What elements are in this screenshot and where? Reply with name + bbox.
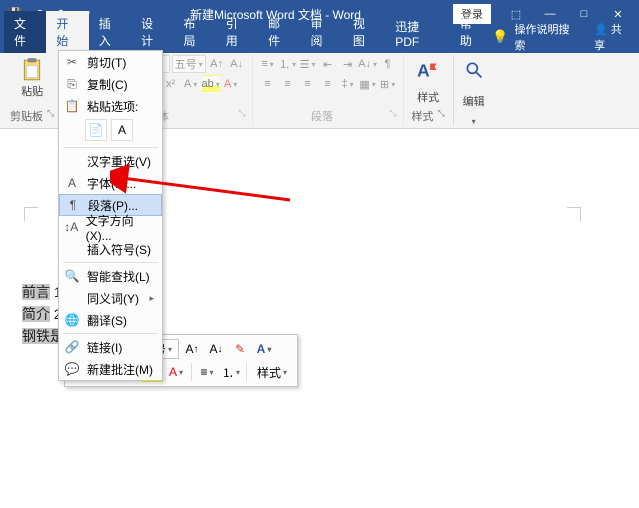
find-icon <box>464 60 484 80</box>
shading-button[interactable]: ▦ <box>359 75 377 93</box>
styles-launcher[interactable]: ⤡ <box>437 108 444 119</box>
styles-group-label: 样式 <box>411 111 433 123</box>
text-direction-icon: ↕A <box>63 220 80 234</box>
numbering-button[interactable]: ⒈ <box>279 55 297 73</box>
indent-inc-button[interactable]: ⇥ <box>339 55 357 73</box>
tab-file[interactable]: 文件 <box>4 11 46 53</box>
justify-button[interactable]: ≡ <box>319 75 337 93</box>
styles-button-label: 样式 <box>417 89 439 105</box>
multilevel-button[interactable]: ☰ <box>299 55 317 73</box>
clipboard-group-label: 剪贴板 <box>10 111 43 123</box>
tab-home[interactable]: 开始 <box>46 11 88 53</box>
cut-icon: ✂ <box>63 55 81 69</box>
paste-button[interactable]: 粘贴 <box>10 55 54 101</box>
tab-view[interactable]: 视图 <box>343 11 385 53</box>
link-icon: 🔗 <box>63 340 81 354</box>
tab-xunjie-pdf[interactable]: 迅捷PDF <box>385 14 450 53</box>
tab-review[interactable]: 审阅 <box>301 11 343 53</box>
svg-text:A: A <box>417 61 430 81</box>
share-button[interactable]: 👤 共享 <box>594 21 629 53</box>
menu-separator-3 <box>63 333 158 334</box>
shrink-font-button[interactable]: A↓ <box>228 55 246 73</box>
tab-layout[interactable]: 布局 <box>173 11 215 53</box>
clipboard-launcher[interactable]: ⤡ <box>47 108 54 119</box>
tab-mailings[interactable]: 邮件 <box>258 11 300 53</box>
tell-me-icon: 💡 <box>492 29 508 45</box>
font-launcher[interactable]: ⤡ <box>238 108 245 119</box>
styles-icon: A <box>415 57 441 83</box>
tab-design[interactable]: 设计 <box>131 11 173 53</box>
menu-separator-2 <box>63 262 158 263</box>
mini-format-painter[interactable]: ✎ <box>229 339 251 359</box>
tell-me-search[interactable]: 操作说明搜索 <box>514 21 574 53</box>
group-paragraph: ≡ ⒈ ☰ ⇤ ⇥ A↓ ¶ ≡ ≡ ≡ ≡ ‡ ▦ ⊞ 段落 ⤡ <box>253 55 404 126</box>
mini-styles-button[interactable]: 样式 <box>251 362 293 382</box>
copy-icon: ⎘ <box>63 77 81 92</box>
bullets-button[interactable]: ≡ <box>259 55 277 73</box>
menu-link[interactable]: 🔗链接(I) <box>59 336 162 358</box>
menu-separator <box>63 147 158 148</box>
mini-sep-2 <box>246 363 247 381</box>
indent-dec-button[interactable]: ⇤ <box>319 55 337 73</box>
styles-button[interactable]: A <box>414 55 442 85</box>
highlight-button[interactable]: ab <box>202 75 220 93</box>
paste-label: 粘贴 <box>21 83 43 99</box>
menu-insert-symbol[interactable]: 插入符号(S) <box>59 238 162 260</box>
menu-text-direction[interactable]: ↕A文字方向(X)... <box>59 216 162 238</box>
paragraph-group-label: 段落 <box>311 111 333 123</box>
sub-super-button[interactable]: x² <box>162 75 180 93</box>
menu-new-comment[interactable]: 💬新建批注(M) <box>59 358 162 380</box>
mini-numbering[interactable]: ⒈ <box>220 362 242 382</box>
mini-sep <box>191 363 192 381</box>
menu-paste-options-label: 📋粘贴选项: <box>59 95 162 117</box>
tab-help[interactable]: 帮助 <box>450 11 492 53</box>
align-right-button[interactable]: ≡ <box>299 75 317 93</box>
menu-copy[interactable]: ⎘复制(C) <box>59 73 162 95</box>
editing-button-label: 编辑 <box>460 93 488 109</box>
editing-button[interactable] <box>460 55 488 85</box>
show-marks-button[interactable]: ¶ <box>379 55 397 73</box>
context-menu: ✂剪切(T) ⎘复制(C) 📋粘贴选项: 📄 A 汉字重选(V) A字体(F).… <box>58 50 163 381</box>
line-spacing-button[interactable]: ‡ <box>339 75 357 93</box>
group-styles: A 样式 样式 ⤡ <box>404 55 454 126</box>
margin-mark-tl <box>24 207 38 221</box>
menu-synonyms[interactable]: 同义词(Y)▸ <box>59 287 162 309</box>
font-color-button[interactable]: A <box>222 75 240 93</box>
menu-font[interactable]: A字体(F)... <box>59 172 162 194</box>
paragraph-icon: ¶ <box>64 198 82 212</box>
search-icon: 🔍 <box>63 269 81 283</box>
text-effect-button[interactable]: A <box>182 75 200 93</box>
align-center-button[interactable]: ≡ <box>279 75 297 93</box>
align-left-button[interactable]: ≡ <box>259 75 277 93</box>
margin-mark-tr <box>567 207 581 221</box>
comment-icon: 💬 <box>63 362 81 376</box>
menu-smart-lookup[interactable]: 🔍智能查找(L) <box>59 265 162 287</box>
paste-icon <box>19 57 45 83</box>
menu-chinese-reselect[interactable]: 汉字重选(V) <box>59 150 162 172</box>
grow-font-button[interactable]: A↑ <box>208 55 226 73</box>
tab-references[interactable]: 引用 <box>216 11 258 53</box>
font-size-combo[interactable]: 五号 <box>172 55 206 73</box>
mini-shrink-font[interactable]: A↓ <box>205 339 227 359</box>
paste-icon-small: 📋 <box>63 99 81 113</box>
mini-bullets[interactable]: ≡ <box>196 362 218 382</box>
menu-cut[interactable]: ✂剪切(T) <box>59 51 162 73</box>
tab-insert[interactable]: 插入 <box>89 11 131 53</box>
mini-font-color[interactable]: A <box>165 362 187 382</box>
translate-icon: 🌐 <box>63 313 81 327</box>
paste-keep-formatting[interactable]: 📄 <box>85 119 107 141</box>
menu-translate[interactable]: 🌐翻译(S) <box>59 309 162 331</box>
group-editing: 编辑 ▾ <box>454 55 494 126</box>
paste-text-only[interactable]: A <box>111 119 133 141</box>
sort-button[interactable]: A↓ <box>359 55 377 73</box>
paragraph-launcher[interactable]: ⤡ <box>389 108 396 119</box>
mini-grow-font[interactable]: A↑ <box>181 339 203 359</box>
mini-styles-a[interactable]: A <box>253 339 275 359</box>
borders-button[interactable]: ⊞ <box>379 75 397 93</box>
font-icon: A <box>63 176 81 190</box>
